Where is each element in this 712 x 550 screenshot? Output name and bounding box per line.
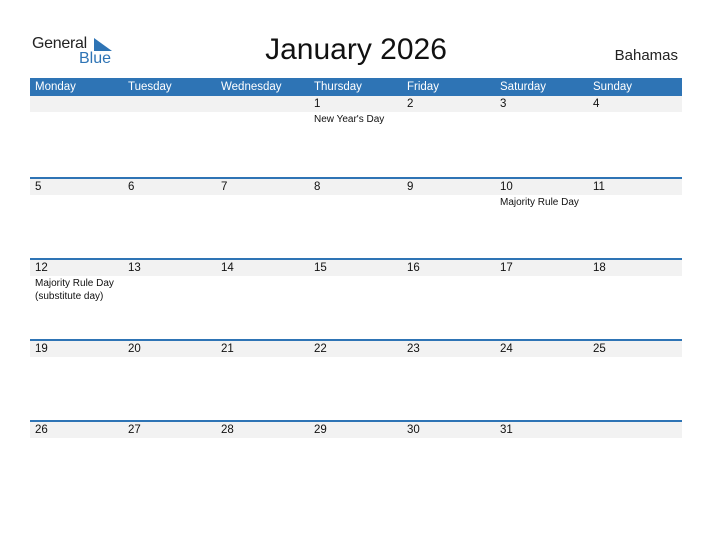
day-number: 30 [407,424,420,436]
holiday-label [216,438,309,439]
holiday-band [30,357,682,358]
holiday-band: Majority Rule Day [30,195,682,209]
holiday-band: New Year's Day [30,112,682,126]
holiday-label [309,276,402,303]
holiday-label [123,357,216,358]
weekday-monday: Monday [35,81,76,93]
holiday-label [123,438,216,439]
holiday-label [30,112,123,126]
holiday-label [123,195,216,209]
day-number-band: 12 13 14 15 16 17 18 [30,260,682,276]
day-number: 31 [500,424,513,436]
holiday-label [216,276,309,303]
holiday-label [30,357,123,358]
day-number-band: 1 2 3 4 [30,96,682,112]
holiday-label [123,276,216,303]
week-row: 5 6 7 8 9 10 11 Majority Rule Day [30,177,682,258]
country-label: Bahamas [614,47,678,64]
weekday-sunday: Sunday [593,81,633,93]
day-number: 16 [407,262,420,274]
weekday-saturday: Saturday [500,81,547,93]
holiday-band: Majority Rule Day (substitute day) [30,276,682,303]
day-number: 22 [314,343,327,355]
holiday-label [216,357,309,358]
weekday-wednesday: Wednesday [221,81,282,93]
weekday-friday: Friday [407,81,439,93]
day-number: 21 [221,343,234,355]
day-number: 13 [128,262,141,274]
holiday-label [588,276,681,303]
day-number: 9 [407,181,414,193]
holiday-label [588,195,681,209]
holiday-label [309,438,402,439]
holiday-label [309,195,402,209]
day-number: 5 [35,181,42,193]
weekday-thursday: Thursday [314,81,362,93]
holiday-label [495,276,588,303]
holiday-label [30,195,123,209]
day-number: 18 [593,262,606,274]
day-number: 14 [221,262,234,274]
holiday-label [123,112,216,126]
day-number-band: 19 20 21 22 23 24 25 [30,341,682,357]
holiday-label [30,438,123,439]
day-number: 19 [35,343,48,355]
holiday-label [402,438,495,439]
holiday-label [588,112,681,126]
day-number: 12 [35,262,48,274]
day-number: 26 [35,424,48,436]
day-number: 23 [407,343,420,355]
day-number: 29 [314,424,327,436]
holiday-label: Majority Rule Day [500,197,579,208]
holiday-label [216,112,309,126]
day-number [30,96,123,112]
holiday-label [402,112,495,126]
day-number: 1 [314,98,321,110]
day-number: 6 [128,181,135,193]
holiday-label [402,195,495,209]
holiday-label [309,357,402,358]
holiday-label: New Year's Day [314,114,385,125]
day-number: 15 [314,262,327,274]
week-row: 1 2 3 4 New Year's Day [30,96,682,177]
week-row: 26 27 28 29 30 31 [30,420,682,501]
week-row: 19 20 21 22 23 24 25 [30,339,682,420]
day-number-band: 26 27 28 29 30 31 [30,422,682,438]
day-number: 3 [500,98,507,110]
day-number: 24 [500,343,513,355]
calendar-grid: Monday Tuesday Wednesday Thursday Friday… [30,78,682,501]
day-number: 11 [593,181,605,193]
holiday-label [402,357,495,358]
day-number: 17 [500,262,513,274]
day-number: 10 [500,181,513,193]
holiday-label [495,438,588,439]
day-number: 7 [221,181,228,193]
holiday-band [30,438,682,439]
day-number: 2 [407,98,414,110]
week-row: 12 13 14 15 16 17 18 Majority Rule Day (substit… [30,258,682,339]
day-number [588,422,681,438]
day-number [216,96,309,112]
weekday-tuesday: Tuesday [128,81,172,93]
day-number: 8 [314,181,321,193]
day-number [123,96,216,112]
weekday-header: Monday Tuesday Wednesday Thursday Friday… [30,78,682,96]
day-number: 25 [593,343,606,355]
day-number-band: 5 6 7 8 9 10 11 [30,179,682,195]
day-number: 27 [128,424,141,436]
holiday-label [216,195,309,209]
holiday-label [495,357,588,358]
holiday-label [495,112,588,126]
holiday-label: Majority Rule Day (substitute day) [35,278,114,302]
holiday-label [588,357,681,358]
day-number: 20 [128,343,141,355]
holiday-label [588,438,681,439]
holiday-label [402,276,495,303]
day-number: 28 [221,424,234,436]
page-title: January 2026 [265,33,447,66]
day-number: 4 [593,98,600,110]
